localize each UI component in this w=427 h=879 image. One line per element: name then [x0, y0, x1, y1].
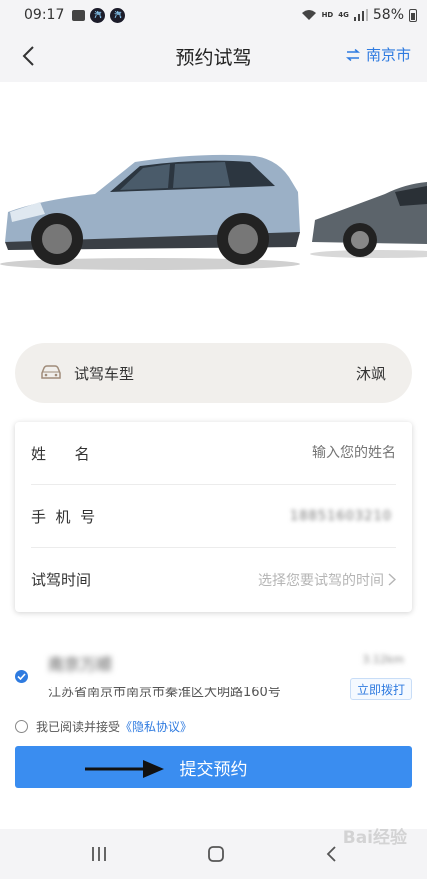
time-row[interactable]: 试驾时间 选择您要试驾的时间: [31, 548, 396, 611]
privacy-link[interactable]: 《隐私协议》: [120, 718, 192, 735]
call-button[interactable]: 立即拨打: [350, 678, 412, 700]
agreement-row[interactable]: 我已阅读并接受 《隐私协议》: [15, 718, 192, 735]
submit-button[interactable]: 提交预约: [15, 746, 412, 788]
dealer-address: 江苏省南京市南京市秦淮区大明路160号: [48, 687, 298, 697]
arrow-icon: [85, 760, 164, 778]
chevron-right-icon: [388, 573, 396, 586]
recents-icon[interactable]: [90, 846, 108, 862]
time-placeholder: 选择您要试驾的时间: [258, 572, 384, 589]
name-row: 姓 名: [31, 422, 396, 485]
signal-icon: [353, 9, 368, 21]
time-label: 试驾时间: [31, 571, 92, 589]
test-drive-model-row[interactable]: 试驾车型 沐飒: [15, 343, 412, 403]
dealer-distance: 3.12km: [362, 653, 404, 666]
city-name: 南京市: [365, 46, 411, 64]
switch-icon: [345, 48, 360, 61]
battery-icon: [409, 8, 417, 22]
dealer-item[interactable]: 南京万顺 3.12km 江苏省南京市南京市秦淮区大明路160号 立即拨打: [15, 645, 412, 700]
test-drive-form: 姓 名 手 机 号 18851603210 试驾时间 选择您要试驾的时间: [15, 422, 412, 612]
app-notification-icon: 汽: [90, 7, 106, 23]
name-input[interactable]: [151, 445, 396, 461]
car-banner[interactable]: [0, 82, 427, 332]
battery-percent: 58%: [372, 7, 404, 23]
name-label: 姓 名: [31, 444, 90, 463]
time-picker[interactable]: 选择您要试驾的时间: [151, 570, 396, 590]
wifi-icon: [301, 10, 316, 20]
phone-label: 手 机 号: [31, 507, 96, 526]
dealer-name: 南京万顺: [48, 655, 113, 674]
status-bar: 09:17 汽 汽 HD 4G 58%: [0, 0, 427, 30]
model-label: 试驾车型: [74, 364, 135, 383]
phone-input[interactable]: 18851603210: [151, 509, 396, 524]
suv-image: [0, 154, 427, 270]
dealer-check-icon[interactable]: [15, 670, 28, 683]
agreement-text: 我已阅读并接受: [36, 720, 121, 734]
model-value: 沐飒: [355, 364, 386, 383]
app-notification-icon-2: 汽: [110, 7, 126, 23]
city-selector[interactable]: 南京市: [345, 44, 411, 65]
status-time: 09:17: [24, 7, 65, 23]
car-icon: [40, 365, 62, 381]
back-nav-icon[interactable]: [325, 846, 337, 862]
hd-indicator: HD: [321, 11, 334, 19]
message-icon: [72, 9, 86, 21]
network-type: 4G: [338, 11, 349, 19]
home-icon[interactable]: [207, 845, 225, 863]
agreement-radio[interactable]: [15, 720, 28, 733]
top-navigation: 预约试驾 南京市: [0, 30, 427, 82]
phone-row: 手 机 号 18851603210: [31, 485, 396, 548]
dealer-address-text: 江苏省南京市南京市秦淮区大明路160号: [48, 687, 281, 697]
watermark: Bai经验: [342, 828, 407, 848]
